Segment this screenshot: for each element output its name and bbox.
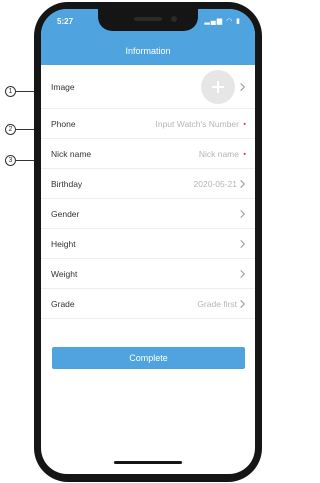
chevron-right-icon <box>240 179 246 188</box>
grade-row[interactable]: Grade Grade first <box>41 289 255 319</box>
page-title: Information <box>125 46 171 56</box>
nickname-input[interactable]: Nick name <box>199 149 239 159</box>
grade-value: Grade first <box>197 298 237 309</box>
birthday-row[interactable]: Birthday 2020-05-21 <box>41 169 255 199</box>
gender-row[interactable]: Gender <box>41 199 255 229</box>
home-indicator <box>114 461 182 464</box>
chevron-right-icon <box>240 82 246 91</box>
camera <box>171 16 177 22</box>
phone-label: Phone <box>51 118 76 129</box>
header-bar: 5:27 ▂▄▆ ◠ ▮ Information <box>41 9 255 65</box>
weight-label: Weight <box>51 268 78 279</box>
image-row[interactable]: Image <box>41 65 255 109</box>
callout-2: 2 <box>5 124 16 135</box>
image-label: Image <box>51 81 75 92</box>
weight-row[interactable]: Weight <box>41 259 255 289</box>
notch <box>98 9 198 31</box>
gender-label: Gender <box>51 208 80 219</box>
height-label: Height <box>51 238 76 249</box>
required-marker: • <box>243 149 246 158</box>
nickname-row[interactable]: Nick name Nick name • <box>41 139 255 169</box>
chevron-right-icon <box>240 209 246 218</box>
callout-1: 1 <box>5 86 16 97</box>
info-form: Image Phone Input Watch's Number • Nick … <box>41 65 255 319</box>
status-time: 5:27 <box>57 17 74 26</box>
status-icons: ▂▄▆ ◠ ▮ <box>204 18 241 25</box>
nickname-label: Nick name <box>51 148 92 159</box>
phone-row[interactable]: Phone Input Watch's Number • <box>41 109 255 139</box>
phone-screen: 5:27 ▂▄▆ ◠ ▮ Information Image Phone Inp… <box>41 9 255 474</box>
plus-icon-vertical <box>217 81 219 93</box>
height-row[interactable]: Height <box>41 229 255 259</box>
callout-3: 3 <box>5 155 16 166</box>
required-marker: • <box>243 119 246 128</box>
avatar-upload[interactable] <box>201 70 235 104</box>
grade-label: Grade <box>51 298 75 309</box>
birthday-value: 2020-05-21 <box>193 178 237 189</box>
complete-button[interactable]: Complete <box>52 347 245 369</box>
chevron-right-icon <box>240 239 246 248</box>
speaker <box>134 17 162 21</box>
chevron-right-icon <box>240 269 246 278</box>
birthday-label: Birthday <box>51 178 83 189</box>
phone-input[interactable]: Input Watch's Number <box>155 119 239 129</box>
chevron-right-icon <box>240 299 246 308</box>
stage: 1 2 3 5:27 ▂▄▆ ◠ ▮ Information Image Pho… <box>0 0 268 483</box>
